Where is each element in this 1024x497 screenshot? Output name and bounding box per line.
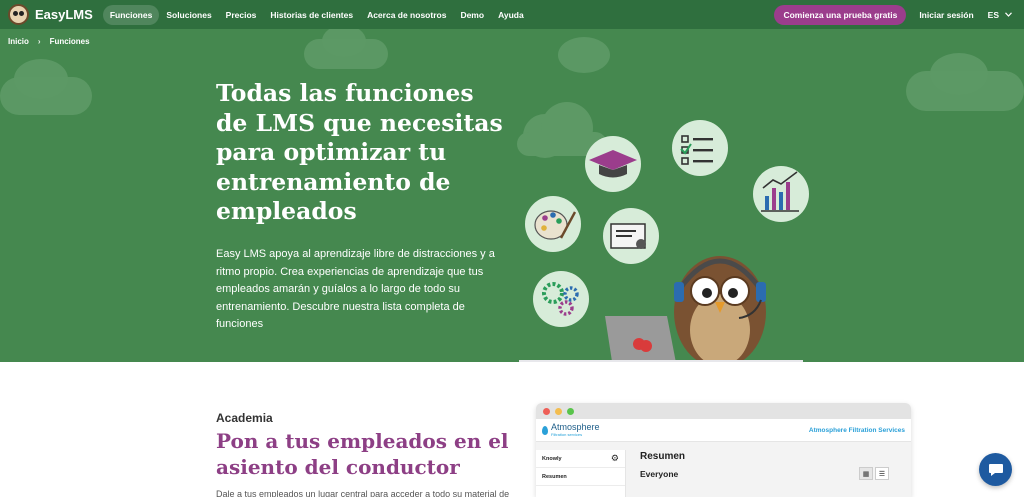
mockup-brand-sub: Filtration services [551, 432, 583, 437]
chat-bubble-icon [988, 464, 1003, 476]
sidebar-item-resumen: Resumen [536, 468, 625, 486]
breadcrumb: Inicio › Funciones [8, 37, 90, 46]
checklist-icon [672, 120, 728, 176]
nav-item-demo[interactable]: Demo [453, 5, 491, 25]
close-dot-icon [543, 407, 550, 415]
nav-item-soluciones[interactable]: Soluciones [159, 5, 218, 25]
mockup-title: Resumen [640, 451, 686, 462]
mockup-company: Atmosphere Filtration Services [808, 426, 905, 434]
bar-chart-icon [753, 166, 809, 222]
logo[interactable]: EasyLMS [8, 0, 93, 29]
laptop-icon [605, 316, 676, 362]
gear-icon: ⚙ [610, 453, 619, 463]
language-selector[interactable]: ES [988, 10, 1012, 20]
cloud-decoration [558, 37, 610, 73]
maximize-dot-icon [567, 407, 574, 415]
certificate-icon [603, 208, 659, 264]
owl-logo-icon [8, 4, 29, 25]
list-view-icon: ☰ [875, 467, 889, 480]
minimize-dot-icon [555, 407, 562, 415]
owl-illustration [517, 102, 809, 362]
section-label: Academia [216, 411, 273, 425]
graduation-cap-icon [585, 136, 641, 192]
mockup-main: Resumen Everyone ▦ ☰ [626, 442, 911, 497]
grid-view-icon: ▦ [859, 467, 873, 480]
mockup-sub-row: Everyone ▦ ☰ [640, 467, 897, 480]
mockup-sidebar: Knowly ⚙ Resumen [536, 450, 626, 497]
sidebar-item-knowly: Knowly ⚙ [536, 450, 625, 468]
section-description: Dale a tus empleados un lugar central pa… [216, 489, 510, 497]
nav-item-ayuda[interactable]: Ayuda [491, 5, 531, 25]
nav-item-acerca[interactable]: Acerca de nosotros [360, 5, 453, 25]
sidebar-item-label: Knowly [542, 455, 562, 462]
nav-menu: Funciones Soluciones Precios Historias d… [102, 0, 531, 29]
sidebar-item-label: Resumen [542, 473, 567, 480]
mockup-body: Knowly ⚙ Resumen Resumen Everyone ▦ ☰ [536, 442, 911, 497]
brand-name: EasyLMS [35, 7, 93, 22]
cloud-decoration [14, 59, 68, 99]
hero-title: Todas las funciones de LMS que necesitas… [216, 79, 503, 225]
droplet-icon [542, 425, 548, 435]
nav-item-precios[interactable]: Precios [219, 5, 264, 25]
mockup-header: Atmosphere Filtration services Atmospher… [536, 419, 911, 442]
chat-button[interactable] [979, 453, 1012, 486]
window-titlebar [536, 403, 911, 419]
breadcrumb-current: Funciones [49, 37, 90, 46]
desk [519, 360, 803, 362]
top-navigation: EasyLMS Funciones Soluciones Precios His… [0, 0, 1024, 29]
palette-icon [525, 196, 581, 252]
hero-section: Inicio › Funciones Todas las funciones d… [0, 29, 1024, 362]
mockup-brand: Atmosphere Filtration services [542, 423, 600, 437]
login-link[interactable]: Iniciar sesión [919, 10, 973, 20]
cloud-decoration [930, 53, 988, 95]
nav-item-historias[interactable]: Historias de clientes [263, 5, 360, 25]
language-label: ES [987, 9, 999, 20]
hero-description: Easy LMS apoya al aprendizaje libre de d… [216, 248, 495, 330]
owl-mascot [674, 256, 766, 362]
mockup-brand-name: Atmosphere [551, 422, 600, 432]
nav-item-funciones[interactable]: Funciones [102, 4, 160, 25]
chevron-down-icon [1005, 12, 1012, 17]
view-toggle: ▦ ☰ [859, 467, 889, 480]
mockup-subtitle: Everyone [640, 468, 679, 479]
section-title: Pon a tus empleados en el asiento del co… [216, 429, 509, 479]
app-mockup: Atmosphere Filtration services Atmospher… [536, 403, 911, 497]
chevron-right-icon: › [37, 37, 41, 46]
gears-icon [533, 271, 589, 327]
free-trial-button[interactable]: Comienza una prueba gratis [774, 4, 907, 25]
breadcrumb-home[interactable]: Inicio [8, 37, 29, 46]
nav-actions: Comienza una prueba gratis Iniciar sesió… [774, 4, 1012, 25]
